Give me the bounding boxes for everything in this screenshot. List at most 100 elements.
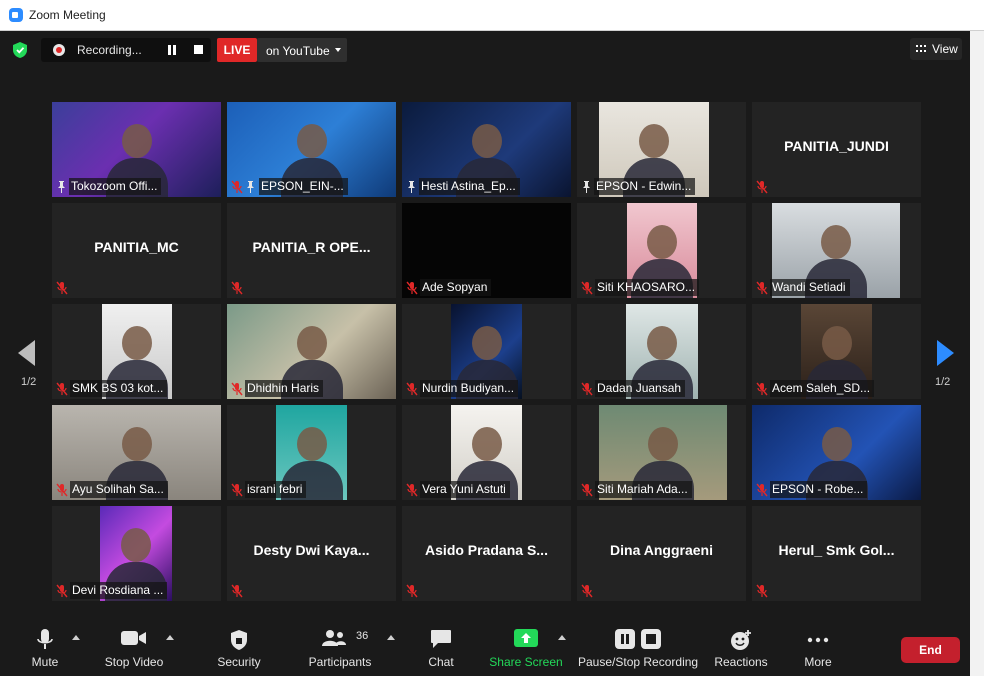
muted-microphone-icon <box>230 180 244 194</box>
recording-label: Recording... <box>77 43 142 57</box>
participant-tile[interactable]: Hesti Astina_Ep... <box>402 102 571 197</box>
participant-name-tag: Vera Yuni Astuti <box>420 481 510 498</box>
muted-microphone-icon <box>230 382 244 396</box>
share-screen-icon <box>514 629 538 647</box>
participant-tile[interactable]: israni febri <box>227 405 396 500</box>
participant-tile[interactable]: Dadan Juansah <box>577 304 746 399</box>
share-screen-button[interactable]: Share Screen <box>488 618 564 676</box>
participant-tile[interactable]: Herul_ Smk Gol... <box>752 506 921 601</box>
muted-microphone-icon <box>755 483 769 497</box>
muted-microphone-icon <box>405 584 419 598</box>
chat-button[interactable]: Chat <box>417 618 465 676</box>
participants-label: Participants <box>308 655 372 669</box>
stop-video-button[interactable]: Stop Video <box>100 618 168 676</box>
reactions-label: Reactions <box>714 655 768 669</box>
participant-tile[interactable]: Tokozoom Offi... <box>52 102 221 197</box>
participant-tile[interactable]: SMK BS 03 kot... <box>52 304 221 399</box>
participant-tile[interactable]: PANITIA_MC <box>52 203 221 298</box>
next-page-arrow-icon[interactable] <box>937 340 954 366</box>
participant-name-tag: Nurdin Budiyan... <box>420 380 519 397</box>
participant-tile[interactable]: Siti KHAOSARO... <box>577 203 746 298</box>
security-button[interactable]: Security <box>208 618 270 676</box>
chat-bubble-icon <box>431 630 451 648</box>
participant-tile[interactable]: Dina Anggraeni <box>577 506 746 601</box>
participant-tile[interactable]: Acem Saleh_SD... <box>752 304 921 399</box>
audio-options-caret-icon[interactable] <box>72 635 80 640</box>
participant-name-tag: EPSON_EIN-... <box>259 178 348 195</box>
pin-icon <box>581 180 592 194</box>
muted-microphone-icon <box>405 483 419 497</box>
zoom-app-icon <box>9 8 23 22</box>
participant-name-tag: EPSON - Robe... <box>770 481 868 498</box>
video-camera-icon <box>121 631 146 645</box>
participant-tile[interactable]: EPSON - Robe... <box>752 405 921 500</box>
video-options-caret-icon[interactable] <box>166 635 174 640</box>
muted-microphone-icon <box>755 180 769 194</box>
participant-tile[interactable]: Dhidhin Haris <box>227 304 396 399</box>
participant-display-name: PANITIA_MC <box>94 239 179 255</box>
encryption-shield-icon[interactable] <box>12 41 28 59</box>
microphone-icon <box>37 629 53 649</box>
participant-name-tag: Acem Saleh_SD... <box>770 380 875 397</box>
participant-tile[interactable]: Wandi Setiadi <box>752 203 921 298</box>
stop-recording-icon[interactable] <box>194 45 203 54</box>
participant-tile[interactable]: Vera Yuni Astuti <box>402 405 571 500</box>
mute-button[interactable]: Mute <box>20 618 70 676</box>
muted-microphone-icon <box>230 483 244 497</box>
participant-name-tag: SMK BS 03 kot... <box>70 380 168 397</box>
participant-tile[interactable]: Ade Sopyan <box>402 203 571 298</box>
participant-display-name: Herul_ Smk Gol... <box>778 542 895 558</box>
stop-video-label: Stop Video <box>104 655 164 669</box>
muted-microphone-icon <box>55 281 69 295</box>
muted-microphone-icon <box>580 382 594 396</box>
muted-microphone-icon <box>755 584 769 598</box>
participant-tile[interactable]: PANITIA_R OPE... <box>227 203 396 298</box>
more-label: More <box>804 655 832 669</box>
pause-recording-icon[interactable] <box>167 45 177 55</box>
muted-microphone-icon <box>405 382 419 396</box>
mute-label: Mute <box>31 655 59 669</box>
participant-tile[interactable]: PANITIA_JUNDI <box>752 102 921 197</box>
participant-name-tag: Hesti Astina_Ep... <box>419 178 520 195</box>
share-screen-label: Share Screen <box>489 655 563 669</box>
muted-microphone-icon <box>230 281 244 295</box>
participant-name-tag: Wandi Setiadi <box>770 279 850 296</box>
reactions-button[interactable]: Reactions <box>712 618 770 676</box>
participant-name-tag: Ade Sopyan <box>420 279 492 296</box>
meeting-toolbar: Mute Stop Video Security Participants Ch… <box>0 618 970 676</box>
participant-tile[interactable]: EPSON_EIN-... <box>227 102 396 197</box>
muted-microphone-icon <box>55 382 69 396</box>
participant-tile[interactable]: Asido Pradana S... <box>402 506 571 601</box>
participant-tile[interactable]: Nurdin Budiyan... <box>402 304 571 399</box>
participant-name-tag: Siti KHAOSARO... <box>595 279 700 296</box>
chevron-down-icon <box>335 48 341 52</box>
share-options-caret-icon[interactable] <box>558 635 566 640</box>
end-meeting-button[interactable]: End <box>901 637 960 663</box>
chat-label: Chat <box>428 655 454 669</box>
participant-tile[interactable]: Siti Mariah Ada... <box>577 405 746 500</box>
stream-destination-label: on YouTube <box>266 44 330 58</box>
pause-stop-recording-button[interactable]: Pause/Stop Recording <box>578 618 698 676</box>
participants-options-caret-icon[interactable] <box>387 635 395 640</box>
muted-microphone-icon <box>55 483 69 497</box>
live-stream-dropdown[interactable]: on YouTube <box>257 38 347 62</box>
reactions-smiley-icon <box>731 630 751 650</box>
participants-button[interactable]: Participants <box>306 618 374 676</box>
more-button[interactable]: More <box>796 618 840 676</box>
participant-tile[interactable]: Devi Rosdiana ... <box>52 506 221 601</box>
participant-name-tag: israni febri <box>245 481 307 498</box>
muted-microphone-icon <box>580 281 594 295</box>
participant-tile[interactable]: Desty Dwi Kaya... <box>227 506 396 601</box>
meeting-area: Recording... LIVE on YouTube View 1/2 1/… <box>0 31 970 676</box>
view-button[interactable]: View <box>910 38 962 60</box>
window-edge <box>970 31 984 676</box>
more-dots-icon <box>807 637 829 643</box>
participant-display-name: Asido Pradana S... <box>425 542 548 558</box>
previous-page-arrow-icon[interactable] <box>18 340 35 366</box>
recording-indicator: Recording... <box>41 38 211 62</box>
muted-microphone-icon <box>405 281 419 295</box>
participant-tile[interactable]: EPSON - Edwin... <box>577 102 746 197</box>
participant-display-name: PANITIA_R OPE... <box>252 239 371 255</box>
participant-tile[interactable]: Ayu Solihah Sa... <box>52 405 221 500</box>
pin-icon <box>56 180 67 194</box>
